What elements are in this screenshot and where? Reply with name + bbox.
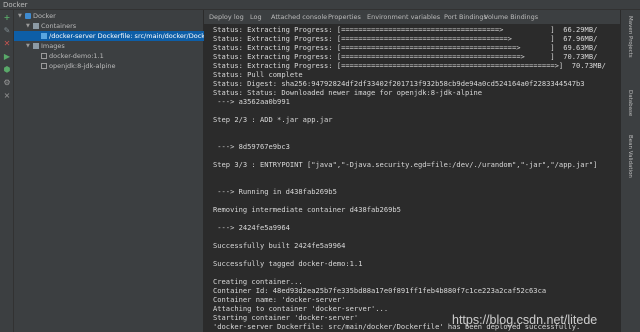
container-icon xyxy=(41,33,47,39)
chevron-down-icon[interactable]: ▼ xyxy=(26,21,30,31)
console-line: Status: Digest: sha256:94792824df2df3340… xyxy=(213,79,585,88)
right-tool-window-bar: Maven Projects Database Bean Validation xyxy=(620,10,640,332)
folder-icon xyxy=(33,23,39,29)
docker-tree: ▼ Docker ▼ Containers /docker-server Doc… xyxy=(14,10,221,332)
console-line: Status: Extracting Progress: [==========… xyxy=(213,52,598,61)
chevron-down-icon[interactable]: ▼ xyxy=(26,41,30,51)
watermark: https://blog.csdn.net/litede xyxy=(452,313,598,327)
docker-icon xyxy=(25,13,31,19)
play-icon[interactable]: ▶ xyxy=(2,52,12,62)
delete-icon[interactable]: ✕ xyxy=(2,39,12,49)
console-line: Container Id: 48ed93d2ea25b7fe335bd88a17… xyxy=(213,286,547,295)
console-line: Status: Extracting Progress: [==========… xyxy=(213,61,606,70)
edit-icon[interactable]: ✎ xyxy=(2,26,12,36)
console-line: Step 3/3 : ENTRYPOINT ["java","-Djava.se… xyxy=(213,160,598,169)
tab-deploy-log[interactable]: Deploy log xyxy=(209,10,244,25)
tree-node-images[interactable]: ▼ Images xyxy=(14,41,204,51)
tab-bar: Deploy log Log Attached console Properti… xyxy=(204,10,620,25)
console-line: Step 2/3 : ADD *.jar app.jar xyxy=(213,115,333,124)
console-line: ---> 8d59767e9bc3 xyxy=(213,142,290,151)
tree-item-image[interactable]: docker-demo:1.1 xyxy=(14,51,204,61)
image-icon xyxy=(41,63,47,69)
console-line: Status: Extracting Progress: [==========… xyxy=(213,43,598,52)
chevron-down-icon[interactable]: ▼ xyxy=(18,11,22,21)
folder-icon xyxy=(33,43,39,49)
console-line: Removing intermediate container d438fab2… xyxy=(213,205,401,214)
console-line: Container name: 'docker-server' xyxy=(213,295,346,304)
console-line: Status: Pull complete xyxy=(213,70,303,79)
tab-port-bindings[interactable]: Port Bindings xyxy=(444,10,487,25)
console-line: ---> 2424fe5a9964 xyxy=(213,223,290,232)
window-titlebar: Docker xyxy=(0,0,640,10)
tab-environment-variables[interactable]: Environment variables xyxy=(367,10,440,25)
tool-window-database[interactable]: Database xyxy=(627,90,633,116)
settings-icon[interactable]: ⚙ xyxy=(2,78,12,88)
tool-window-maven-projects[interactable]: Maven Projects xyxy=(627,16,633,58)
console-line: Status: Extracting Progress: [==========… xyxy=(213,34,598,43)
tree-node-docker[interactable]: ▼ Docker xyxy=(14,11,204,21)
tab-attached-console[interactable]: Attached console xyxy=(271,10,327,25)
docker-toolbar: + ✎ ✕ ▶ ⬢ ⚙ × xyxy=(0,10,14,332)
console-line: Successfully tagged docker-demo:1.1 xyxy=(213,259,363,268)
tree-node-containers[interactable]: ▼ Containers xyxy=(14,21,204,31)
add-icon[interactable]: + xyxy=(2,13,12,23)
console-line: ---> a3562aa0b991 xyxy=(213,97,290,106)
console-line: Status: Extracting Progress: [==========… xyxy=(213,25,598,34)
console-line: Starting container 'docker-server' xyxy=(213,313,359,322)
console-line: Creating container... xyxy=(213,277,303,286)
tree-item-image[interactable]: openjdk:8-jdk-alpine xyxy=(14,61,204,71)
tree-item-container[interactable]: /docker-server Dockerfile: src/main/dock… xyxy=(14,31,221,41)
deploy-icon[interactable]: ⬢ xyxy=(2,65,12,75)
tab-volume-bindings[interactable]: Volume Bindings xyxy=(484,10,538,25)
console-line: ---> Running in d438fab269b5 xyxy=(213,187,337,196)
tab-properties[interactable]: Properties xyxy=(328,10,361,25)
window-title: Docker xyxy=(3,1,28,9)
console-line: Successfully built 2424fe5a9964 xyxy=(213,241,346,250)
console-line: Attaching to container 'docker-server'..… xyxy=(213,304,389,313)
tool-window-bean-validation[interactable]: Bean Validation xyxy=(627,135,633,178)
deploy-log-console[interactable]: Status: Extracting Progress: [==========… xyxy=(204,25,620,332)
image-icon xyxy=(41,53,47,59)
console-line: Status: Status: Downloaded newer image f… xyxy=(213,88,483,97)
close-icon[interactable]: × xyxy=(2,91,12,101)
tab-log[interactable]: Log xyxy=(250,10,262,25)
